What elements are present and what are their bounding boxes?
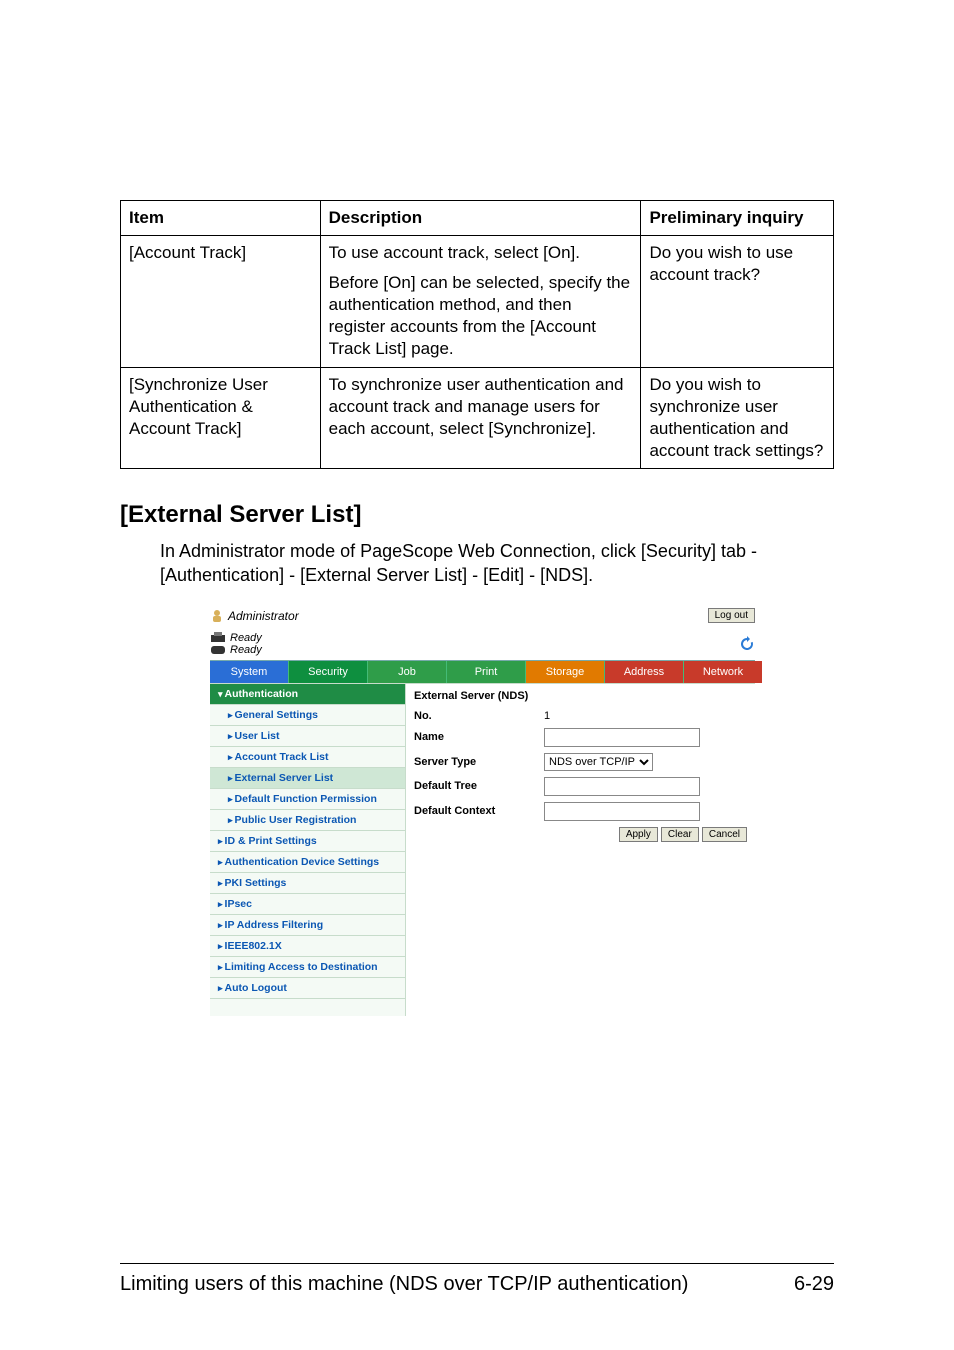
sidebar-item-authentication[interactable]: Authentication	[210, 684, 405, 705]
servertype-select[interactable]: NDS over TCP/IP	[544, 753, 653, 771]
servertype-label: Server Type	[414, 756, 544, 768]
sidebar-item-pubreg[interactable]: Public User Registration	[210, 810, 405, 831]
desc-p: To use account track, select [On].	[329, 242, 633, 264]
status-ready: Ready	[230, 632, 262, 644]
deftree-label: Default Tree	[414, 780, 544, 792]
sidebar-item-acct[interactable]: Account Track List	[210, 747, 405, 768]
no-label: No.	[414, 710, 544, 722]
name-label: Name	[414, 731, 544, 743]
sidebar-item-pki[interactable]: PKI Settings	[210, 873, 405, 894]
cell-inq: Do you wish to use account track?	[641, 236, 834, 367]
sidebar-item-autolog[interactable]: Auto Logout	[210, 978, 405, 999]
cell-item: [Account Track]	[121, 236, 321, 367]
table-row: [Account Track] To use account track, se…	[121, 236, 834, 367]
th-item: Item	[121, 201, 321, 236]
name-input[interactable]	[544, 728, 700, 747]
tab-system[interactable]: System	[210, 661, 289, 683]
toner-icon	[210, 644, 226, 656]
tab-network[interactable]: Network	[684, 661, 762, 683]
table-row: [Synchronize User Authentication & Accou…	[121, 367, 834, 468]
tab-address[interactable]: Address	[605, 661, 684, 683]
cell-inq: Do you wish to synchronize user authenti…	[641, 367, 834, 468]
footer-rule	[120, 1263, 834, 1264]
th-desc: Description	[320, 201, 641, 236]
sidebar-item-authdev[interactable]: Authentication Device Settings	[210, 852, 405, 873]
param-table: Item Description Preliminary inquiry [Ac…	[120, 200, 834, 469]
sidebar-item-ipfilt[interactable]: IP Address Filtering	[210, 915, 405, 936]
page-number: 6-29	[794, 1273, 834, 1296]
tab-security[interactable]: Security	[289, 661, 368, 683]
pane-title: External Server (NDS)	[414, 690, 747, 702]
no-value: 1	[544, 710, 747, 722]
sidebar-item-idprint[interactable]: ID & Print Settings	[210, 831, 405, 852]
footer-text: Limiting users of this machine (NDS over…	[120, 1273, 688, 1296]
tab-storage[interactable]: Storage	[526, 661, 605, 683]
cell-desc: To use account track, select [On]. Befor…	[320, 236, 641, 367]
reload-icon[interactable]	[739, 636, 755, 652]
sidebar-item-ipsec[interactable]: IPsec	[210, 894, 405, 915]
admin-screenshot: Administrator Log out Ready Ready	[210, 602, 755, 1016]
printer-icon	[210, 632, 226, 644]
sidebar-item-general[interactable]: General Settings	[210, 705, 405, 726]
sidebar-item-defperm[interactable]: Default Function Permission	[210, 789, 405, 810]
tab-print[interactable]: Print	[447, 661, 526, 683]
cell-desc: To synchronize user authentication and a…	[320, 367, 641, 468]
tab-bar: System Security Job Print Storage Addres…	[210, 660, 755, 683]
main-pane: External Server (NDS) No. 1 Name Server …	[406, 684, 755, 1016]
desc-p: Before [On] can be selected, specify the…	[329, 272, 633, 360]
deftree-input[interactable]	[544, 777, 700, 796]
section-heading: [External Server List]	[120, 501, 834, 529]
clear-button[interactable]: Clear	[661, 827, 699, 842]
th-inq: Preliminary inquiry	[641, 201, 834, 236]
cell-item: [Synchronize User Authentication & Accou…	[121, 367, 321, 468]
logout-button[interactable]: Log out	[708, 608, 755, 623]
defctx-label: Default Context	[414, 805, 544, 817]
sidebar-item-external-server-list[interactable]: External Server List	[210, 768, 405, 789]
cancel-button[interactable]: Cancel	[702, 827, 747, 842]
sidebar-item-limit[interactable]: Limiting Access to Destination	[210, 957, 405, 978]
section-paragraph: In Administrator mode of PageScope Web C…	[160, 539, 834, 588]
sidebar-item-ieee[interactable]: IEEE802.1X	[210, 936, 405, 957]
admin-title: Administrator	[228, 609, 299, 623]
admin-icon	[210, 609, 224, 623]
sidebar-item-userlist[interactable]: User List	[210, 726, 405, 747]
defctx-input[interactable]	[544, 802, 700, 821]
apply-button[interactable]: Apply	[619, 827, 658, 842]
sidebar: Authentication General Settings User Lis…	[210, 684, 406, 1016]
tab-job[interactable]: Job	[368, 661, 447, 683]
status-ready2: Ready	[230, 644, 262, 656]
